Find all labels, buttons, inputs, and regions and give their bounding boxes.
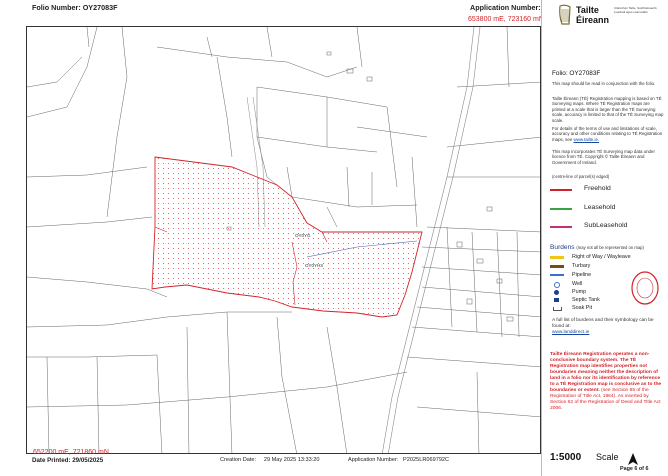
freehold-line-icon <box>550 189 572 191</box>
burden-row-right-of-way: Right of Way / Wayleave <box>550 254 662 262</box>
map-frame[interactable]: OY0YG OY0YHS <box>26 26 541 454</box>
yellow-line-icon <box>550 256 564 259</box>
boundary-disclaimer: Tailte Éireann Registration operates a n… <box>550 352 666 412</box>
landdirect-link[interactable]: www.landdirect.ie <box>552 330 589 335</box>
freehold-parcel[interactable] <box>151 156 423 318</box>
burdens-title: Burdens (may not all be represented on m… <box>550 244 644 251</box>
parcel-label-mid: OY0YHS <box>305 263 323 268</box>
burden-label: Septic Tank <box>572 297 600 303</box>
brand-name: Tailte Éireann <box>576 5 610 25</box>
panel-paragraph-3: For details of the terms of use and limi… <box>552 126 664 142</box>
date-printed: Date Printed: 29/05/2025 <box>32 457 104 464</box>
burden-label: Soak Pit <box>572 305 593 311</box>
official-seal-icon <box>631 271 659 305</box>
footer-application-value: P2025LR069792C <box>403 457 450 463</box>
burden-row-soak-pit: Soak Pit <box>550 305 662 313</box>
disclaimer-bold: Tailte Éireann Registration operates a n… <box>550 352 662 393</box>
brand-subtitle: Clárúchán Tailte, Suirbhéireacht, Luachá… <box>614 6 658 14</box>
legend-freehold: Freehold <box>584 185 611 192</box>
well-circle-icon <box>554 282 560 288</box>
full-list-note: A full list of burdens and their symbolo… <box>552 318 664 336</box>
coordinate-top-right: 653800 mE, 723160 mN <box>468 16 544 23</box>
leasehold-line-icon <box>550 208 572 210</box>
panel-paragraph-2: Tailte Éireann (TÉ) Registration mapping… <box>552 96 664 123</box>
page-number: Page 6 of 6 <box>620 466 649 472</box>
legend-leasehold: Leasehold <box>584 204 616 211</box>
map-scale: 1:5000 <box>550 452 582 463</box>
north-arrow-icon <box>628 453 638 465</box>
legend-subleasehold: SubLeasehold <box>584 222 628 229</box>
footer-application-number: Application Number: P2025LR069792C <box>348 457 449 463</box>
burden-label: Pipeline <box>572 272 592 278</box>
panel-folio: Folio: OY27083F <box>552 70 601 77</box>
folio-number-header: Folio Number: OY27083F <box>32 3 118 12</box>
septic-tank-icon <box>554 298 559 302</box>
edged-note: (centre-line of parcel(s) edged) <box>552 174 610 179</box>
coordinate-bottom-left: 652200 mE, 721860 mN <box>33 449 109 456</box>
legend-panel: Folio: OY27083F This map should be read … <box>541 0 668 476</box>
creation-date-label: Creation Date: <box>220 457 257 463</box>
creation-date-value: 29 May 2025 13:33:20 <box>263 457 320 463</box>
brand-name-line-2: Éireann <box>576 14 610 25</box>
burdens-note: (may not all be represented on map) <box>576 245 644 250</box>
brown-line-icon <box>550 265 564 268</box>
burden-label: Right of Way / Wayleave <box>572 254 631 260</box>
creation-date: Creation Date: 29 May 2025 13:33:20 <box>220 457 320 463</box>
tailte-link[interactable]: www.tailte.ie. <box>574 137 600 142</box>
panel-paragraph-3-text: For details of the terms of use and limi… <box>552 126 663 142</box>
blue-line-icon <box>550 274 564 276</box>
burden-label: Turbary <box>572 263 591 269</box>
footer-application-label: Application Number: <box>348 457 399 463</box>
full-list-text: A full list of burdens and their symbolo… <box>552 318 654 329</box>
burden-label: Pump <box>572 289 587 295</box>
scale-label: Scale <box>596 452 619 462</box>
parcel-label-top: OY0YG <box>295 233 311 238</box>
map-canvas[interactable]: OY0YG OY0YHS <box>27 27 541 454</box>
burdens-title-text: Burdens <box>550 244 575 251</box>
pump-dot-icon <box>554 290 559 295</box>
panel-paragraph-1: This map should be read in conjunction w… <box>552 81 656 86</box>
burden-label: Well <box>572 281 583 287</box>
harp-logo-icon <box>559 4 571 25</box>
brand-name-line-1: Tailte <box>576 5 599 15</box>
subleasehold-line-icon <box>550 226 572 228</box>
panel-paragraph-4: This map incorporates TÉ Surveying map d… <box>552 149 655 165</box>
soak-pit-icon <box>553 307 562 311</box>
